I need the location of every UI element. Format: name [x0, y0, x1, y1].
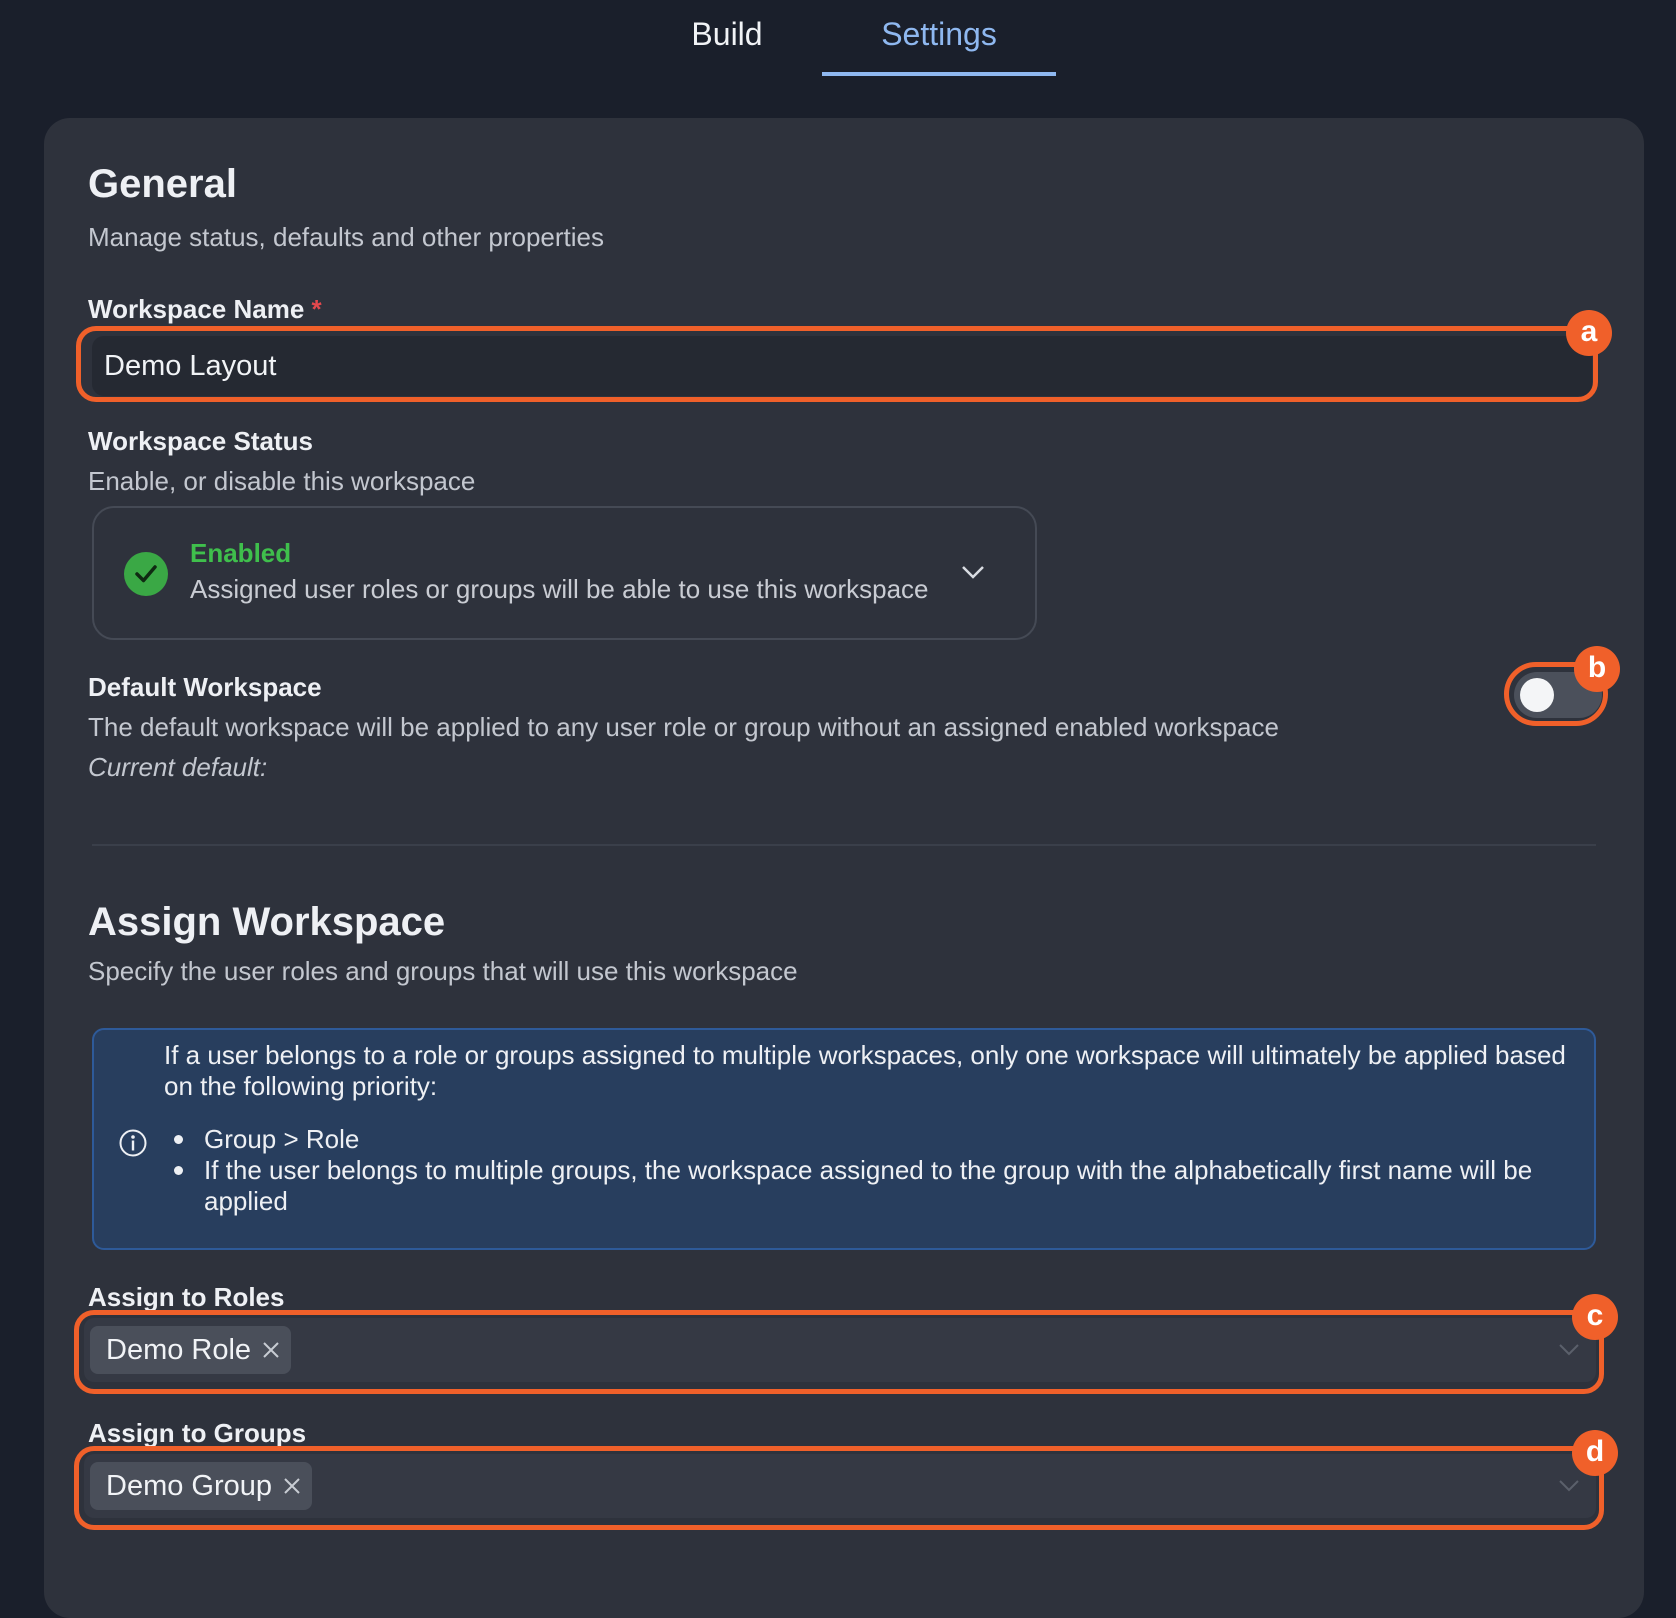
status-value: Enabled: [190, 538, 292, 568]
check-circle-icon: [124, 552, 168, 596]
priority-info-box: If a user belongs to a role or groups as…: [92, 1028, 1596, 1250]
highlight-frame-c: [74, 1310, 1604, 1394]
workspace-name-label: Workspace Name *: [88, 294, 322, 325]
priority-item: If the user belongs to multiple groups, …: [164, 1155, 1574, 1217]
workspace-status-desc: Enable, or disable this workspace: [88, 466, 476, 496]
current-default-text: Current default:: [88, 752, 268, 782]
priority-item: Group > Role: [164, 1124, 1574, 1155]
highlight-frame-d: [74, 1446, 1604, 1530]
default-workspace-label: Default Workspace: [88, 672, 322, 702]
section-divider: [92, 844, 1596, 846]
workspace-name-label-text: Workspace Name: [88, 294, 305, 324]
general-title: General: [88, 162, 237, 206]
annotation-badge-a: a: [1566, 310, 1612, 356]
tab-settings[interactable]: Settings: [822, 12, 1056, 56]
highlight-frame-a: [76, 326, 1598, 402]
assign-groups-label: Assign to Groups: [88, 1418, 307, 1448]
active-tab-indicator: [822, 72, 1056, 76]
workspace-status-label: Workspace Status: [88, 426, 313, 456]
assign-title: Assign Workspace: [88, 900, 446, 944]
assign-subtitle: Specify the user roles and groups that w…: [88, 956, 798, 986]
general-subtitle: Manage status, defaults and other proper…: [88, 222, 604, 252]
info-icon: [119, 1129, 147, 1157]
workspace-status-dropdown[interactable]: Enabled Assigned user roles or groups wi…: [92, 506, 1037, 640]
status-value-desc: Assigned user roles or groups will be ab…: [190, 574, 929, 604]
assign-roles-label: Assign to Roles: [88, 1282, 285, 1312]
tab-build[interactable]: Build: [672, 12, 782, 56]
priority-list: Group > Role If the user belongs to mult…: [164, 1124, 1574, 1217]
chevron-down-icon: [962, 566, 984, 579]
required-marker: *: [311, 294, 322, 324]
annotation-badge-c: c: [1572, 1294, 1618, 1340]
annotation-badge-b: b: [1574, 646, 1620, 692]
tab-bar: Build Settings: [0, 0, 1676, 80]
default-workspace-desc: The default workspace will be applied to…: [88, 712, 1279, 742]
info-intro-text: If a user belongs to a role or groups as…: [164, 1040, 1566, 1101]
annotation-badge-d: d: [1572, 1430, 1618, 1476]
